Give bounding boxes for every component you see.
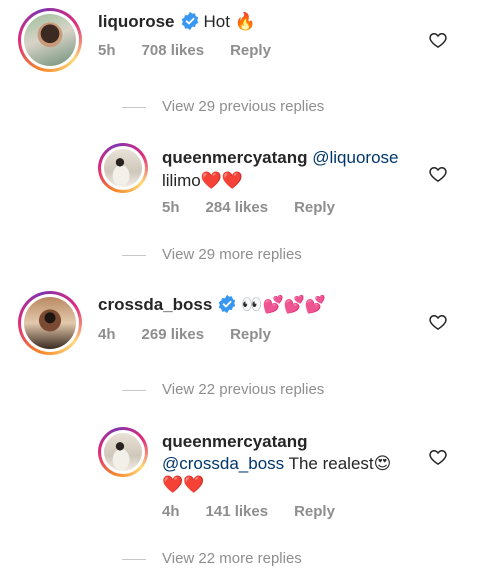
comment-text: lilimo❤️❤️	[162, 171, 244, 190]
timestamp: 5h	[98, 42, 116, 59]
timestamp: 4h	[162, 503, 180, 520]
username[interactable]: queenmercyatang	[162, 148, 308, 167]
reply-button[interactable]: Reply	[230, 326, 271, 343]
like-count[interactable]: 284 likes	[206, 199, 269, 216]
like-count[interactable]: 141 likes	[206, 503, 269, 520]
reply-button[interactable]: Reply	[294, 199, 335, 216]
view-replies-label[interactable]: View 29 previous replies	[162, 98, 324, 115]
view-replies-label[interactable]: View 22 previous replies	[162, 381, 324, 398]
divider	[122, 254, 146, 256]
like-count[interactable]: 708 likes	[142, 42, 205, 59]
view-replies-label[interactable]: View 22 more replies	[162, 550, 302, 567]
avatar[interactable]	[98, 143, 148, 193]
mention-link[interactable]: @crossda_boss	[162, 454, 284, 473]
heart-outline-icon[interactable]	[428, 30, 448, 50]
verified-badge-icon	[219, 294, 236, 314]
divider	[122, 389, 146, 391]
reply-button[interactable]: Reply	[230, 42, 271, 59]
username[interactable]: queenmercyatang	[162, 432, 308, 451]
avatar[interactable]	[18, 291, 82, 355]
comment-text: 👀💕💕💕	[241, 295, 327, 314]
view-more-replies[interactable]: View 22 more replies	[122, 550, 302, 567]
comment-text-line2: ❤️❤️	[162, 475, 205, 494]
heart-outline-icon[interactable]	[428, 164, 448, 184]
verified-badge-icon	[181, 11, 198, 31]
mention-link[interactable]: @liquorose	[312, 148, 398, 167]
timestamp: 5h	[162, 199, 180, 216]
view-more-replies[interactable]: View 29 more replies	[122, 246, 302, 263]
view-previous-replies[interactable]: View 29 previous replies	[122, 98, 324, 115]
username[interactable]: crossda_boss	[98, 295, 212, 314]
timestamp: 4h	[98, 326, 116, 343]
avatar[interactable]	[18, 8, 82, 72]
view-previous-replies[interactable]: View 22 previous replies	[122, 381, 324, 398]
divider	[122, 106, 146, 108]
comment-text: The realest😍	[288, 454, 392, 473]
heart-outline-icon[interactable]	[428, 447, 448, 467]
heart-outline-icon[interactable]	[428, 312, 448, 332]
view-replies-label[interactable]: View 29 more replies	[162, 246, 302, 263]
reply-button[interactable]: Reply	[294, 503, 335, 520]
divider	[122, 558, 146, 560]
like-count[interactable]: 269 likes	[142, 326, 205, 343]
comment-text: Hot 🔥	[203, 12, 256, 31]
username[interactable]: liquorose	[98, 12, 175, 31]
avatar[interactable]	[98, 427, 148, 477]
